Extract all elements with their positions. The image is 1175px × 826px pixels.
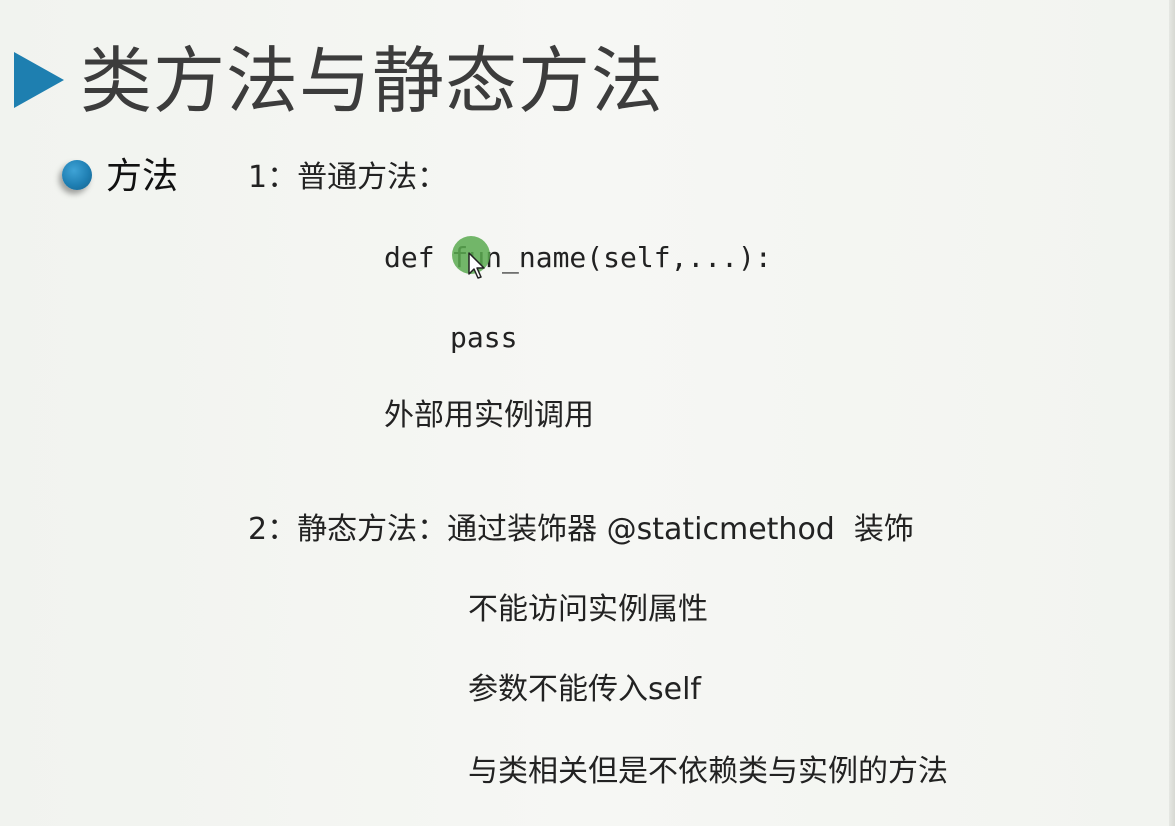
triangle-right-icon (14, 52, 64, 108)
slide-title: 类方法与静态方法 (80, 39, 665, 123)
item2-heading: 2：静态方法：通过装饰器 @staticmethod 装饰 (248, 512, 914, 547)
item1-note: 外部用实例调用 (384, 398, 594, 433)
item1-heading: 1：普通方法： (248, 160, 448, 195)
bullet-label: 方法 (106, 156, 179, 197)
slide-edge (1169, 0, 1175, 826)
mouse-cursor-icon (468, 252, 485, 279)
bullet-dot-icon (62, 160, 92, 190)
slide-canvas: 类方法与静态方法 方法 1：普通方法： def fun_name(self,..… (0, 0, 1175, 826)
code-def-line: def fun_name(self,...): (384, 241, 772, 274)
item2-point-2: 参数不能传入self (468, 672, 701, 707)
item2-point-3: 与类相关但是不依赖类与实例的方法 (468, 754, 948, 789)
code-pass-line: pass (450, 321, 518, 354)
item2-point-1: 不能访问实例属性 (468, 592, 708, 627)
